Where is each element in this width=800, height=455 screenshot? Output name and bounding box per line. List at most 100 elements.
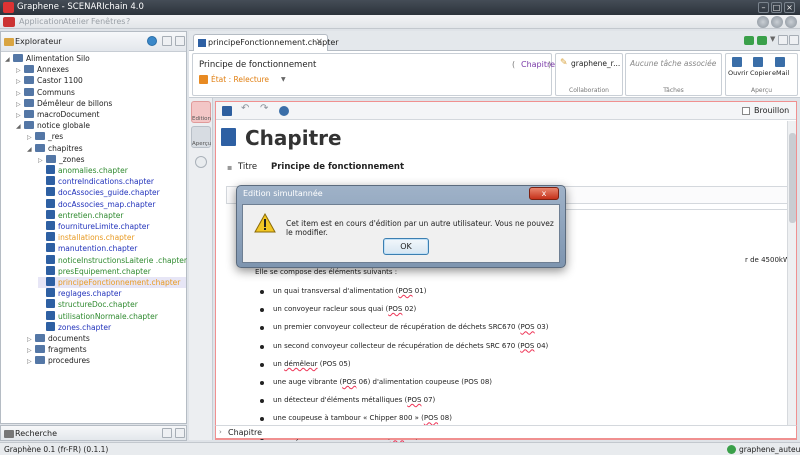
list-item-text: un détecteur d'éléments métalliques ( (273, 396, 408, 405)
list-item[interactable]: une coupeuse à tambour « Chipper 800 » (… (260, 414, 452, 422)
copy-button[interactable]: Copier (750, 69, 771, 77)
gear-icon[interactable] (195, 156, 207, 168)
close-tab-icon[interactable]: × (315, 35, 323, 50)
open-button[interactable]: Ouvrir (728, 69, 748, 77)
tree-toggle-icon[interactable]: ◢ (5, 54, 13, 65)
settings-icon[interactable] (757, 16, 769, 28)
undo-icon[interactable]: ↶ (241, 103, 251, 114)
redo-icon[interactable]: ↷ (260, 103, 270, 114)
tree-folder[interactable]: ▷ Castor 1100 (16, 75, 186, 86)
path-chapitre[interactable]: Chapitre (228, 428, 262, 437)
tree-file[interactable]: structureDoc.chapter (38, 299, 186, 310)
email-button[interactable]: eMail (772, 69, 789, 77)
tree-item-label: _res (48, 132, 64, 142)
list-item-tail: (POS 05) (317, 359, 351, 368)
tree-folder[interactable]: ▷ procedures (27, 355, 186, 366)
list-item[interactable]: un premier convoyeur collecteur de récup… (260, 323, 549, 331)
search-title: Recherche (15, 429, 58, 438)
edition-mode-button[interactable]: Edition (191, 101, 211, 123)
tree-folder[interactable]: ◢ Alimentation Silo (5, 53, 186, 64)
tree-item-label: macroDocument (37, 110, 100, 119)
dropdown-icon[interactable]: ▼ (770, 35, 775, 43)
menu-atelier[interactable]: Atelier (63, 17, 89, 26)
tree-file[interactable]: zones.chapter (38, 321, 186, 333)
chapter-file-icon (46, 243, 55, 253)
tree-toggle-icon[interactable]: ◢ (16, 121, 24, 132)
maximize-button[interactable]: □ (771, 2, 782, 13)
list-item-code: POS (398, 287, 413, 295)
explorer-icon (4, 38, 14, 46)
tree-file[interactable]: utilisationNormale.chapter (38, 310, 186, 322)
menu-application[interactable]: Application (19, 17, 64, 26)
minimize-button[interactable]: – (758, 2, 769, 13)
tree-file[interactable]: manutention.chapter (38, 243, 186, 254)
menu-fenetres[interactable]: Fenêtres (91, 17, 125, 26)
help-icon[interactable] (785, 16, 797, 28)
tools-icon[interactable] (771, 16, 783, 28)
tree-file[interactable]: docAssocies_map.chapter (38, 198, 186, 210)
search-icon (4, 430, 14, 438)
tree-file[interactable]: installations.chapter (38, 232, 186, 243)
tree-file[interactable]: contreIndications.chapter (38, 176, 186, 187)
menu-help[interactable]: ? (126, 17, 130, 26)
tree-file[interactable]: presEquipement.chapter (38, 265, 186, 277)
tree-folder[interactable]: ▷ Communs (16, 87, 186, 98)
folder-icon (35, 345, 45, 354)
tree-toggle-icon[interactable]: ▷ (27, 356, 35, 367)
email-icon[interactable] (775, 57, 785, 67)
tree-folder[interactable]: ▷ Démêleur de billons (16, 98, 186, 109)
tree-file[interactable]: principeFonctionnement.chapter (38, 277, 186, 288)
tree-file[interactable]: reglages.chapter (38, 288, 186, 299)
tree-toggle-icon[interactable]: ◢ (27, 144, 35, 155)
scrollbar-thumb[interactable] (789, 133, 796, 223)
list-item[interactable]: un second convoyeur collecteur de récupé… (259, 342, 548, 350)
chapter-file-icon (46, 288, 55, 298)
search-minimize-icon[interactable] (162, 428, 172, 438)
state-label[interactable]: État : Relecture (211, 75, 269, 84)
forward-arrow-icon[interactable] (757, 36, 767, 45)
copy-icon[interactable] (753, 57, 763, 67)
tree-item-label: documents (48, 334, 90, 343)
tree-file[interactable]: anomalies.chapter (38, 165, 186, 176)
apercu-mode-button[interactable]: Aperçu (191, 126, 211, 148)
down-circle-icon[interactable] (279, 106, 289, 116)
tree-folder[interactable]: ▷ _zones (38, 154, 186, 165)
refresh-icon[interactable] (147, 36, 157, 46)
dialog-close-button[interactable]: x (529, 187, 559, 200)
editor-maximize-icon[interactable] (789, 35, 799, 45)
list-item[interactable]: un convoyeur racleur sous quai (POS 02) (259, 305, 416, 313)
folder-icon (35, 356, 45, 365)
ok-button[interactable]: OK (383, 238, 429, 255)
maximize-panel-icon[interactable] (175, 36, 185, 46)
tree-file[interactable]: entretien.chapter (38, 209, 186, 221)
save-icon[interactable] (222, 106, 232, 116)
state-dropdown-icon[interactable]: ▼ (281, 76, 286, 83)
back-arrow-icon[interactable] (744, 36, 754, 45)
list-item[interactable]: un quai transversal d'alimentation (POS … (259, 287, 426, 295)
open-icon[interactable] (732, 57, 742, 67)
tree-file[interactable]: docAssocies_guide.chapter (38, 187, 186, 198)
list-item[interactable]: un démêleur (POS 05) (260, 359, 351, 368)
editor-minimize-icon[interactable] (778, 35, 788, 45)
tree-folder[interactable]: ▷ Annexes (16, 64, 186, 75)
tree-file[interactable]: fournitureLimite.chapter (38, 221, 186, 232)
tree-folder[interactable]: ▷ documents (27, 333, 186, 344)
tree-folder[interactable]: ▷ fragments (27, 344, 186, 355)
tree-folder[interactable]: ◢ notice globale (16, 120, 186, 131)
tree-folder[interactable]: ▷ macroDocument (16, 109, 186, 120)
tree-folder[interactable]: ▷ _res (27, 131, 186, 142)
minimize-panel-icon[interactable] (162, 36, 172, 46)
draft-label: Brouillon (754, 106, 790, 115)
list-item[interactable]: une auge vibrante (POS 06) d'alimentatio… (259, 378, 492, 386)
draft-checkbox[interactable] (742, 107, 750, 115)
tab-principe-fonctionnement[interactable]: principeFonctionnement.chapter × (193, 34, 339, 51)
editor-scrollbar[interactable] (787, 121, 796, 427)
search-panel[interactable]: Recherche (0, 425, 187, 441)
collaboration-box: ✎ graphene_r... Collaboration (555, 53, 623, 96)
title-field-value[interactable]: Principe de fonctionnement (271, 162, 404, 172)
search-maximize-icon[interactable] (175, 428, 185, 438)
close-window-button[interactable]: × (784, 2, 795, 13)
list-item[interactable]: un détecteur d'éléments métalliques (POS… (259, 396, 435, 405)
tree-file[interactable]: noticeInstructionsLaiterie .chapter (38, 254, 187, 266)
tree-folder[interactable]: ◢ chapitres (27, 143, 186, 154)
